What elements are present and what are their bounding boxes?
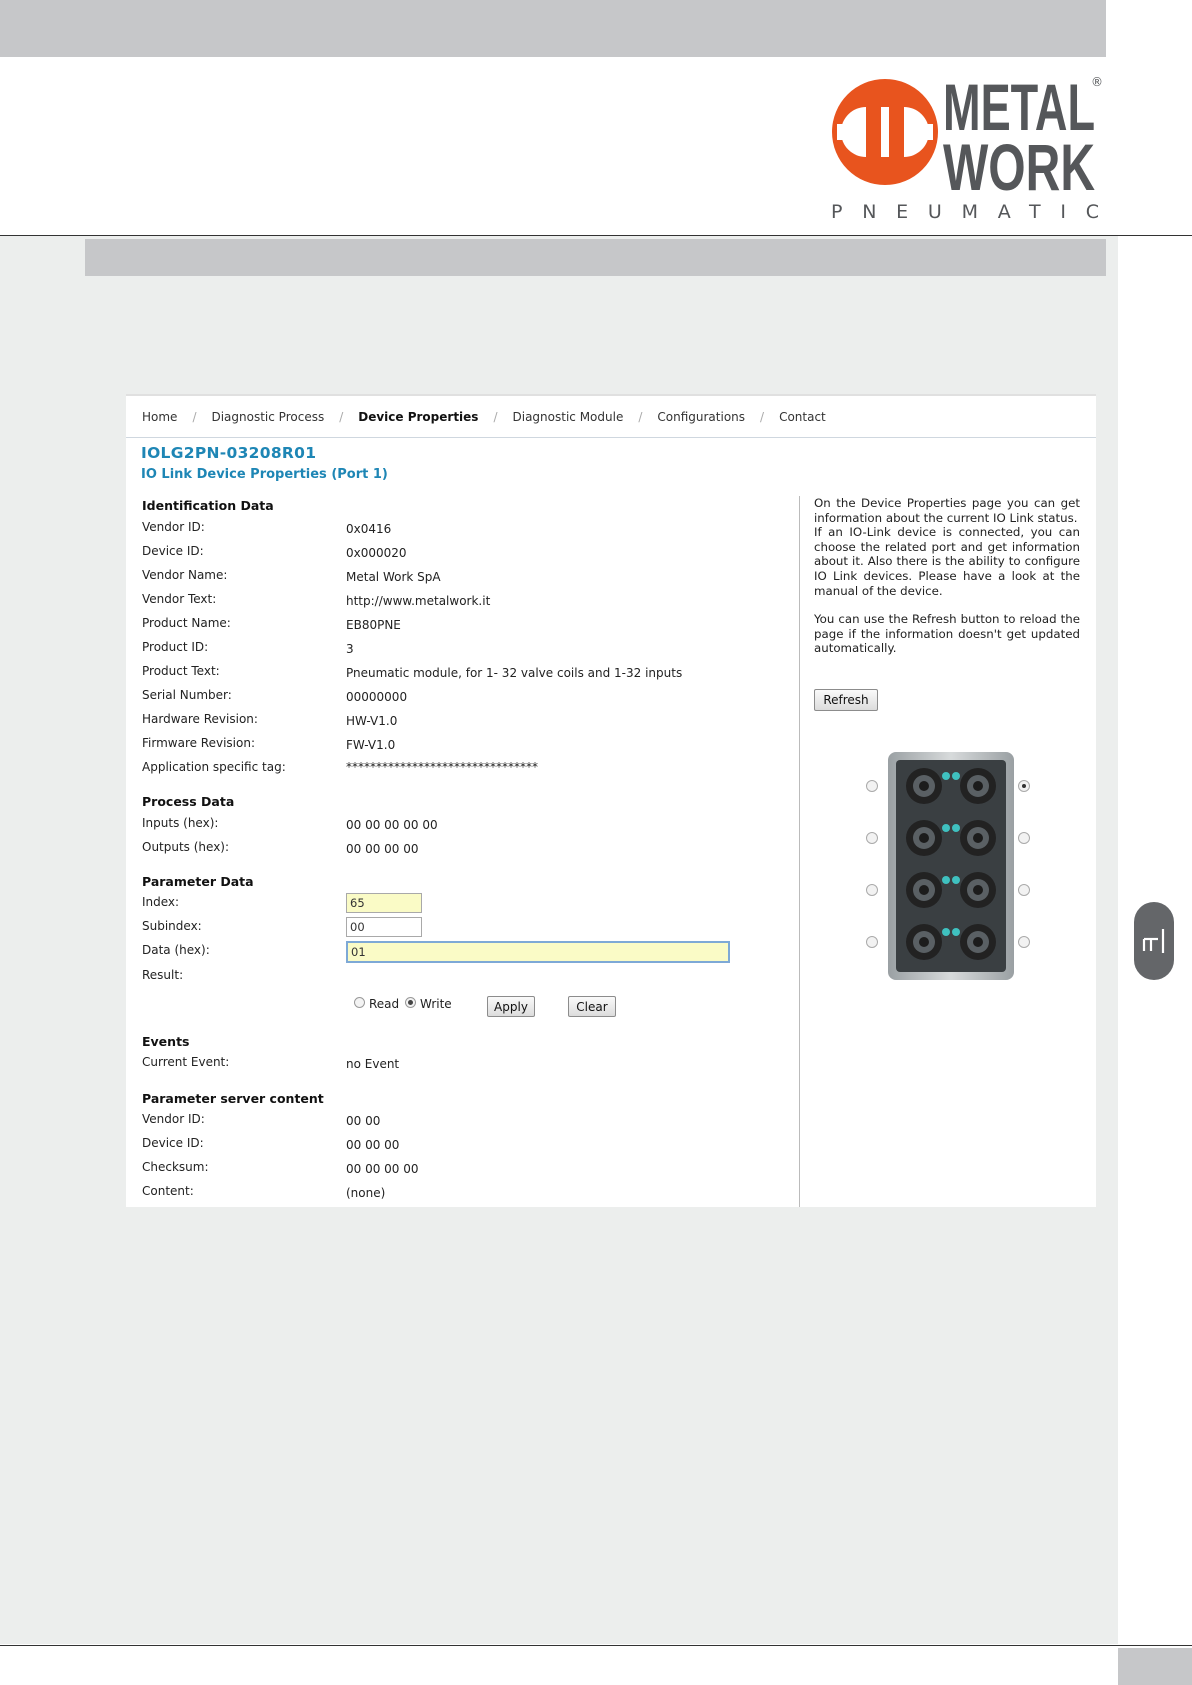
help-panel: On the Device Properties page you can ge… — [814, 496, 1080, 670]
metal-work-logo: METAL WORK ® PNEUMATIC — [831, 72, 1103, 222]
product-name-label: Product Name: — [142, 616, 231, 630]
logo-line2: WORK — [943, 130, 1095, 204]
nav-device-properties[interactable]: Device Properties — [358, 410, 478, 424]
nav-separator: / — [192, 409, 197, 424]
data-hex-input[interactable] — [346, 941, 730, 963]
current-event-value: no Event — [346, 1057, 400, 1071]
port-radio-left-2[interactable] — [866, 832, 878, 844]
ps-content-value: (none) — [346, 1186, 386, 1200]
vendor-name-label: Vendor Name: — [142, 568, 228, 582]
device-title: IOLG2PN-03208R01 — [141, 444, 317, 462]
device-id-label: Device ID: — [142, 544, 204, 558]
data-hex-label: Data (hex): — [142, 943, 210, 957]
nav-configurations[interactable]: Configurations — [657, 410, 745, 424]
subindex-input[interactable] — [346, 917, 422, 937]
product-text-label: Product Text: — [142, 664, 220, 678]
read-radio[interactable] — [354, 997, 365, 1008]
port-radio-right-3[interactable] — [1018, 884, 1030, 896]
index-label: Index: — [142, 895, 180, 909]
nav-diagnostic-process[interactable]: Diagnostic Process — [211, 410, 324, 424]
param-server-heading: Parameter server content — [142, 1091, 324, 1106]
port-radio-right-4[interactable] — [1018, 936, 1030, 948]
footer-rule — [0, 1645, 1192, 1646]
refresh-button[interactable]: Refresh — [814, 689, 878, 711]
web-interface-screenshot: Home / Diagnostic Process / Device Prope… — [126, 394, 1096, 1207]
product-id-value: 3 — [346, 642, 354, 656]
index-input[interactable] — [346, 893, 422, 913]
device-illustration — [888, 752, 1014, 980]
device-subtitle: IO Link Device Properties (Port 1) — [141, 467, 388, 482]
ps-checksum-value: 00 00 00 00 — [346, 1162, 419, 1176]
top-navigation: Home / Diagnostic Process / Device Prope… — [126, 396, 1096, 438]
apply-button[interactable]: Apply — [487, 996, 535, 1017]
port-radio-right-2[interactable] — [1018, 832, 1030, 844]
nav-separator: / — [339, 409, 344, 424]
port-radio-left-4[interactable] — [866, 936, 878, 948]
device-id-value: 0x000020 — [346, 546, 407, 560]
vendor-text-label: Vendor Text: — [142, 592, 217, 606]
outputs-label: Outputs (hex): — [142, 840, 230, 854]
top-header-band — [0, 0, 1106, 57]
inputs-value: 00 00 00 00 00 — [346, 818, 438, 832]
vendor-id-label: Vendor ID: — [142, 520, 205, 534]
subindex-label: Subindex: — [142, 919, 202, 933]
nav-diagnostic-module[interactable]: Diagnostic Module — [513, 410, 624, 424]
panel-divider — [799, 496, 800, 1207]
nav-home[interactable]: Home — [142, 410, 177, 424]
ps-device-id-value: 00 00 00 — [346, 1138, 400, 1152]
serial-number-value: 00000000 — [346, 690, 408, 704]
firmware-revision-value: FW-V1.0 — [346, 738, 396, 752]
nav-separator: / — [638, 409, 643, 424]
port-radio-right-1[interactable] — [1018, 780, 1030, 792]
section-header-band — [85, 239, 1106, 276]
read-radio-label: Read — [369, 997, 400, 1011]
port-radio-left-1[interactable] — [866, 780, 878, 792]
help-paragraph-3: You can use the Refresh button to reload… — [814, 612, 1080, 656]
nav-separator: / — [493, 409, 498, 424]
app-tag-value: ******************************** — [346, 760, 538, 774]
vendor-name-value: Metal Work SpA — [346, 570, 441, 584]
vendor-text-value: http://www.metalwork.it — [346, 594, 491, 608]
hardware-revision-value: HW-V1.0 — [346, 714, 398, 728]
process-heading: Process Data — [142, 794, 235, 809]
inputs-label: Inputs (hex): — [142, 816, 219, 830]
ps-vendor-id-label: Vendor ID: — [142, 1112, 205, 1126]
io-link-master-image — [866, 746, 1036, 986]
registered-mark: ® — [1091, 75, 1103, 89]
ps-checksum-label: Checksum: — [142, 1160, 209, 1174]
port-radio-left-3[interactable] — [866, 884, 878, 896]
serial-number-label: Serial Number: — [142, 688, 232, 702]
hardware-revision-label: Hardware Revision: — [142, 712, 258, 726]
clear-button[interactable]: Clear — [568, 996, 616, 1017]
help-paragraph-1: On the Device Properties page you can ge… — [814, 496, 1080, 525]
nav-separator: / — [760, 409, 765, 424]
ps-content-label: Content: — [142, 1184, 194, 1198]
events-heading: Events — [142, 1034, 190, 1049]
product-text-value: Pneumatic module, for 1- 32 valve coils … — [346, 666, 683, 680]
product-name-value: EB80PNE — [346, 618, 401, 632]
outputs-value: 00 00 00 00 — [346, 842, 419, 856]
parameter-heading: Parameter Data — [142, 874, 254, 889]
result-label: Result: — [142, 968, 184, 982]
identification-heading: Identification Data — [142, 498, 274, 513]
write-radio[interactable] — [405, 997, 416, 1008]
language-tab[interactable]: IT — [1134, 902, 1174, 980]
write-radio-label: Write — [420, 997, 452, 1011]
nav-contact[interactable]: Contact — [779, 410, 826, 424]
app-tag-label: Application specific tag: — [142, 760, 286, 774]
logo-tagline: PNEUMATIC — [831, 201, 1099, 222]
help-paragraph-2: If an IO-Link device is connected, you c… — [814, 525, 1080, 598]
ps-vendor-id-value: 00 00 — [346, 1114, 381, 1128]
product-id-label: Product ID: — [142, 640, 209, 654]
firmware-revision-label: Firmware Revision: — [142, 736, 256, 750]
ps-device-id-label: Device ID: — [142, 1136, 204, 1150]
page-number-block — [1118, 1648, 1192, 1685]
vendor-id-value: 0x0416 — [346, 522, 392, 536]
language-tab-glyph — [1142, 929, 1165, 953]
current-event-label: Current Event: — [142, 1055, 230, 1069]
